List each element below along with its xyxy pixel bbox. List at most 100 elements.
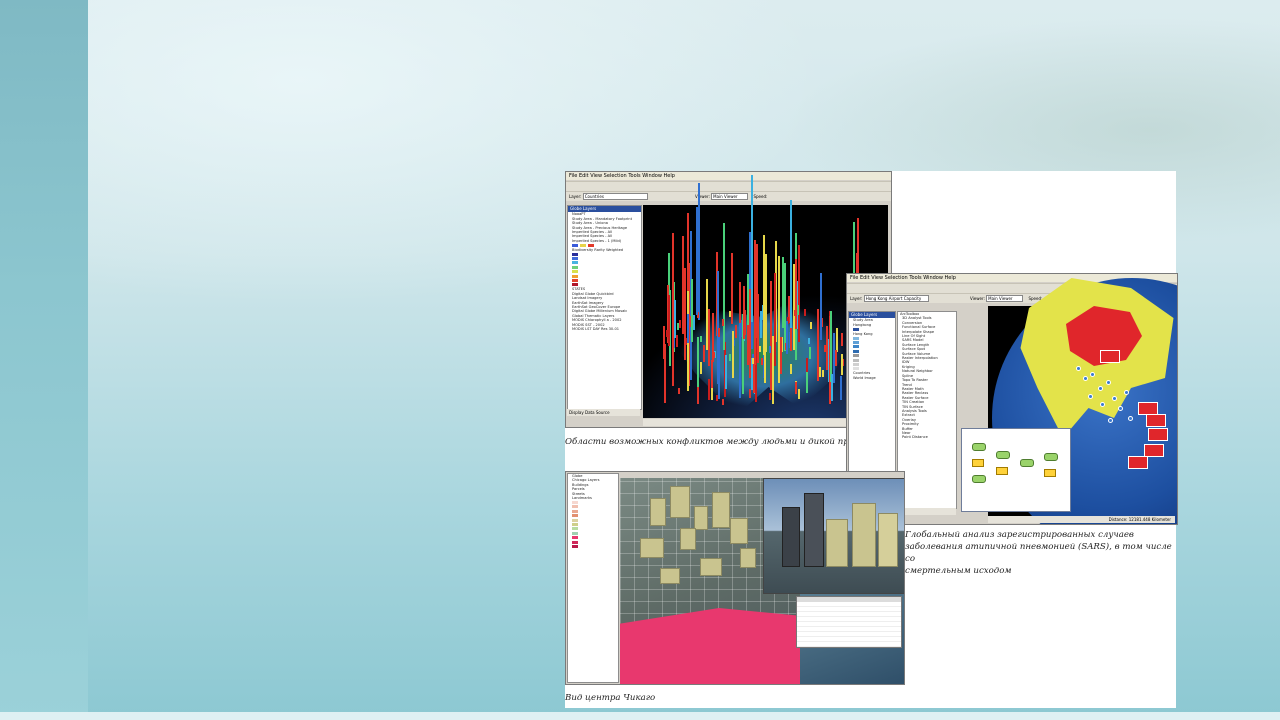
data-bar (793, 309, 796, 316)
data-bar (764, 254, 767, 353)
data-bar (836, 328, 839, 353)
tower (782, 507, 800, 567)
tower (852, 503, 876, 567)
status-bar: Distance: 12181.448 Kilometer (988, 516, 1175, 523)
case-label (1100, 350, 1120, 363)
viewer-select[interactable]: Main Viewer (711, 193, 749, 200)
data-bar (739, 281, 742, 324)
legend-swatch-row (568, 549, 618, 553)
toc-item[interactable]: MODIS LST DAY Res 30-01 (568, 327, 641, 331)
layer-select[interactable]: Countries (582, 193, 648, 200)
data-bar (794, 259, 797, 329)
toolbox-tree[interactable]: 3D Analyst Tools Conversion Functional Sur… (898, 316, 956, 439)
data-bar (725, 355, 728, 389)
data-bar (735, 324, 738, 338)
data-bar (790, 363, 793, 374)
data-bar (840, 333, 843, 346)
caption-line: Глобальный анализ зарегистрированных слу… (905, 530, 1134, 540)
toolbox-item[interactable]: Point Distance (898, 435, 956, 439)
data-bar (831, 374, 834, 401)
viewer-label: Viewer: (695, 194, 710, 199)
case-marker (1118, 406, 1123, 411)
toc-item[interactable]: World Image (849, 376, 895, 380)
case-marker (1108, 418, 1113, 423)
data-bar (698, 182, 701, 320)
data-bar (667, 294, 670, 346)
data-bar (712, 352, 715, 359)
viewer-select[interactable]: Main Viewer (986, 295, 1024, 302)
case-label (1148, 428, 1168, 441)
data-bar (809, 321, 812, 330)
data-bar (748, 388, 751, 398)
data-bar (840, 376, 843, 401)
caption-sars-analysis: Глобальный анализ зарегистрированных слу… (905, 529, 1173, 577)
layer-select[interactable]: Hong Kong Airport Capacity (863, 295, 929, 302)
tower (804, 493, 824, 567)
data-bar (691, 279, 694, 342)
data-bar (697, 336, 699, 387)
chicago-layers-panel[interactable]: Globe Chicago Layers Buildings Parcels S… (567, 473, 619, 683)
globe-layers-panel[interactable]: Globe Layers NoaaPT Study Area - Mandato… (567, 205, 642, 410)
layer-toolbar[interactable]: Layer: Countries Viewer: Main Viewer Spe… (566, 191, 891, 201)
building (740, 548, 756, 568)
case-marker (1083, 376, 1088, 381)
data-bar (730, 252, 733, 325)
arctoolbox-panel[interactable]: ArcToolbox 3D Analyst Tools Conversion Fun… (897, 311, 957, 509)
data-bar (798, 388, 801, 399)
data-bar (718, 337, 721, 399)
toolbar[interactable] (566, 181, 891, 197)
table-row (797, 642, 901, 647)
data-bar (806, 358, 809, 373)
attribute-table[interactable] (796, 596, 902, 648)
layer-label: Layer: (850, 296, 863, 301)
model-node (1044, 453, 1058, 461)
data-bar (835, 350, 838, 367)
case-marker (1112, 396, 1117, 401)
data-bar (711, 387, 714, 401)
data-bar (748, 288, 751, 379)
caption-line: заболевания атипичной пневмонией (SARS),… (905, 542, 1172, 564)
screenshot-wildlife-conflict: File Edit View Selection Tools Window He… (565, 171, 892, 428)
data-bar (674, 299, 677, 339)
model-node (996, 467, 1008, 475)
case-marker (1076, 366, 1081, 371)
data-bar (780, 337, 783, 375)
model-node (1020, 459, 1034, 467)
chicago-legend (568, 500, 618, 553)
data-bar (699, 362, 702, 375)
data-bar (721, 318, 724, 327)
data-bar (671, 232, 674, 386)
data-bar (723, 223, 726, 350)
model-node (996, 451, 1010, 459)
case-marker (1100, 402, 1105, 407)
case-marker (1090, 372, 1095, 377)
model-builder-window[interactable] (961, 428, 1071, 512)
data-bar (803, 308, 806, 317)
building (700, 558, 722, 576)
data-bar (708, 378, 711, 401)
model-node (1044, 469, 1056, 477)
data-bar (778, 255, 781, 383)
chicago-city-view[interactable] (620, 478, 904, 684)
speed-label: Speed: (753, 194, 768, 199)
3d-buildings-inset (763, 478, 904, 594)
data-bar (822, 370, 825, 378)
menu-bar[interactable]: File Edit View Selection Tools Window He… (566, 172, 891, 180)
building (730, 518, 748, 544)
data-bar (703, 344, 706, 363)
bottom-decor-strip (0, 712, 1280, 720)
case-label (1146, 414, 1166, 427)
data-bar (679, 319, 682, 328)
case-marker (1088, 394, 1093, 399)
case-marker (1098, 386, 1103, 391)
data-bar (700, 336, 703, 343)
building (680, 528, 696, 550)
data-bar (782, 257, 785, 328)
tower (878, 513, 898, 567)
data-bar (708, 309, 711, 366)
toc-tabs[interactable]: Display Data Source (567, 409, 640, 416)
data-bar (794, 382, 797, 394)
data-bar (759, 311, 762, 338)
tower (826, 519, 848, 567)
case-marker (1106, 380, 1111, 385)
